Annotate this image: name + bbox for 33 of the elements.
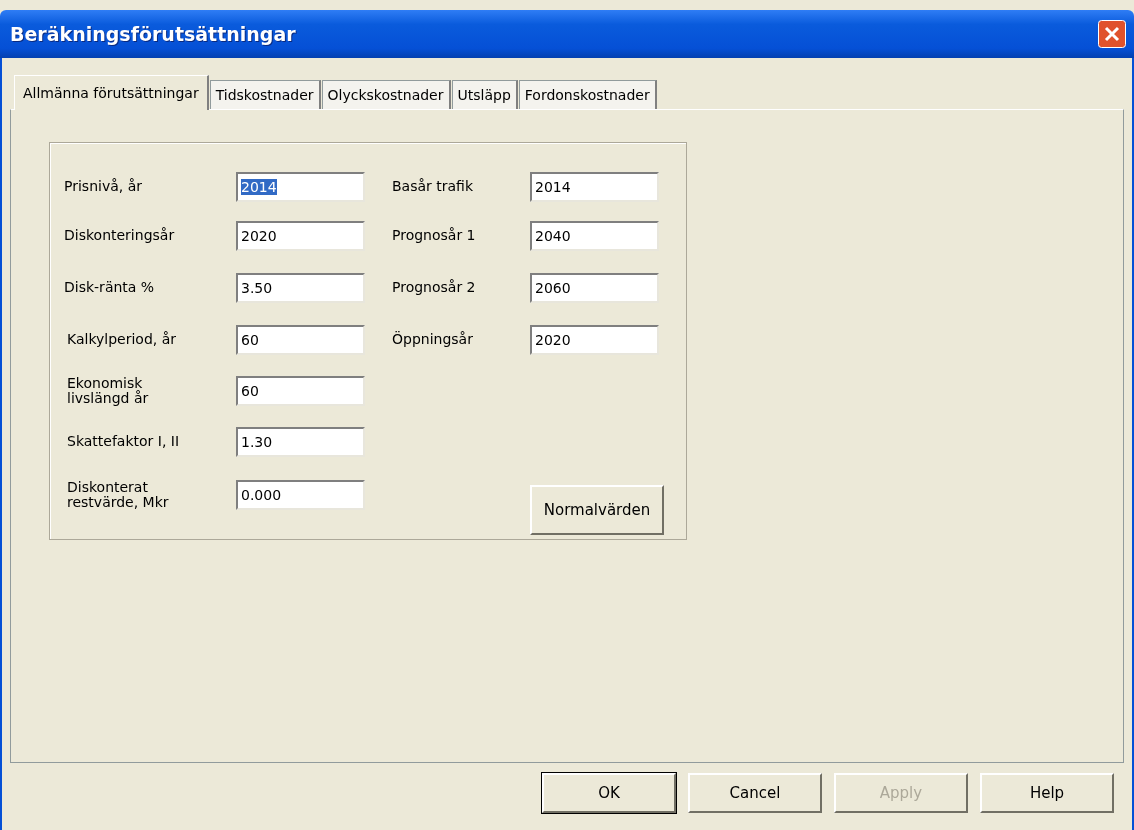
input-field[interactable]: 3.50: [236, 273, 365, 303]
field-label: Öppningsår: [392, 332, 474, 348]
input-field[interactable]: 60: [236, 325, 365, 355]
field-label: Ekonomisk livslängd år: [66, 375, 150, 407]
field-label: Prognosår 2: [392, 280, 477, 296]
field-label: Basår trafik: [392, 179, 474, 195]
input-field[interactable]: 2014: [530, 172, 659, 202]
input-field[interactable]: 1.30: [236, 427, 365, 457]
field-label: Kalkylperiod, år: [66, 332, 178, 348]
defaults-button[interactable]: Normalvärden: [530, 485, 664, 535]
input-field[interactable]: 60: [236, 376, 365, 406]
field-label: Skattefaktor I, II: [66, 434, 181, 450]
tab[interactable]: Allmänna förutsättningar: [14, 75, 209, 110]
input-field[interactable]: 2020: [530, 325, 659, 355]
dialog-button[interactable]: Help: [980, 773, 1114, 813]
field-label: Prisnivå, år: [64, 179, 143, 195]
tab[interactable]: Utsläpp: [451, 80, 518, 109]
close-icon[interactable]: [1098, 20, 1126, 48]
field-label: Prognosår 1: [392, 228, 477, 244]
input-field[interactable]: 2020: [236, 221, 365, 251]
dialog-button[interactable]: OK: [542, 773, 676, 813]
input-field[interactable]: 2060: [530, 273, 659, 303]
input-field[interactable]: 2014: [236, 172, 365, 202]
input-field[interactable]: 2040: [530, 221, 659, 251]
input-field[interactable]: 0.000: [236, 480, 365, 510]
window-title: Beräkningsförutsättningar: [10, 23, 296, 45]
field-label: Disk-ränta %: [64, 280, 156, 296]
tab[interactable]: Olyckskostnader: [321, 80, 451, 109]
tab[interactable]: Tidskostnader: [209, 80, 321, 109]
dialog-button[interactable]: Cancel: [688, 773, 822, 813]
field-label: Diskonterat restvärde, Mkr: [66, 479, 170, 511]
tab[interactable]: Fordonskostnader: [518, 80, 657, 109]
field-label: Diskonteringsår: [64, 228, 176, 244]
